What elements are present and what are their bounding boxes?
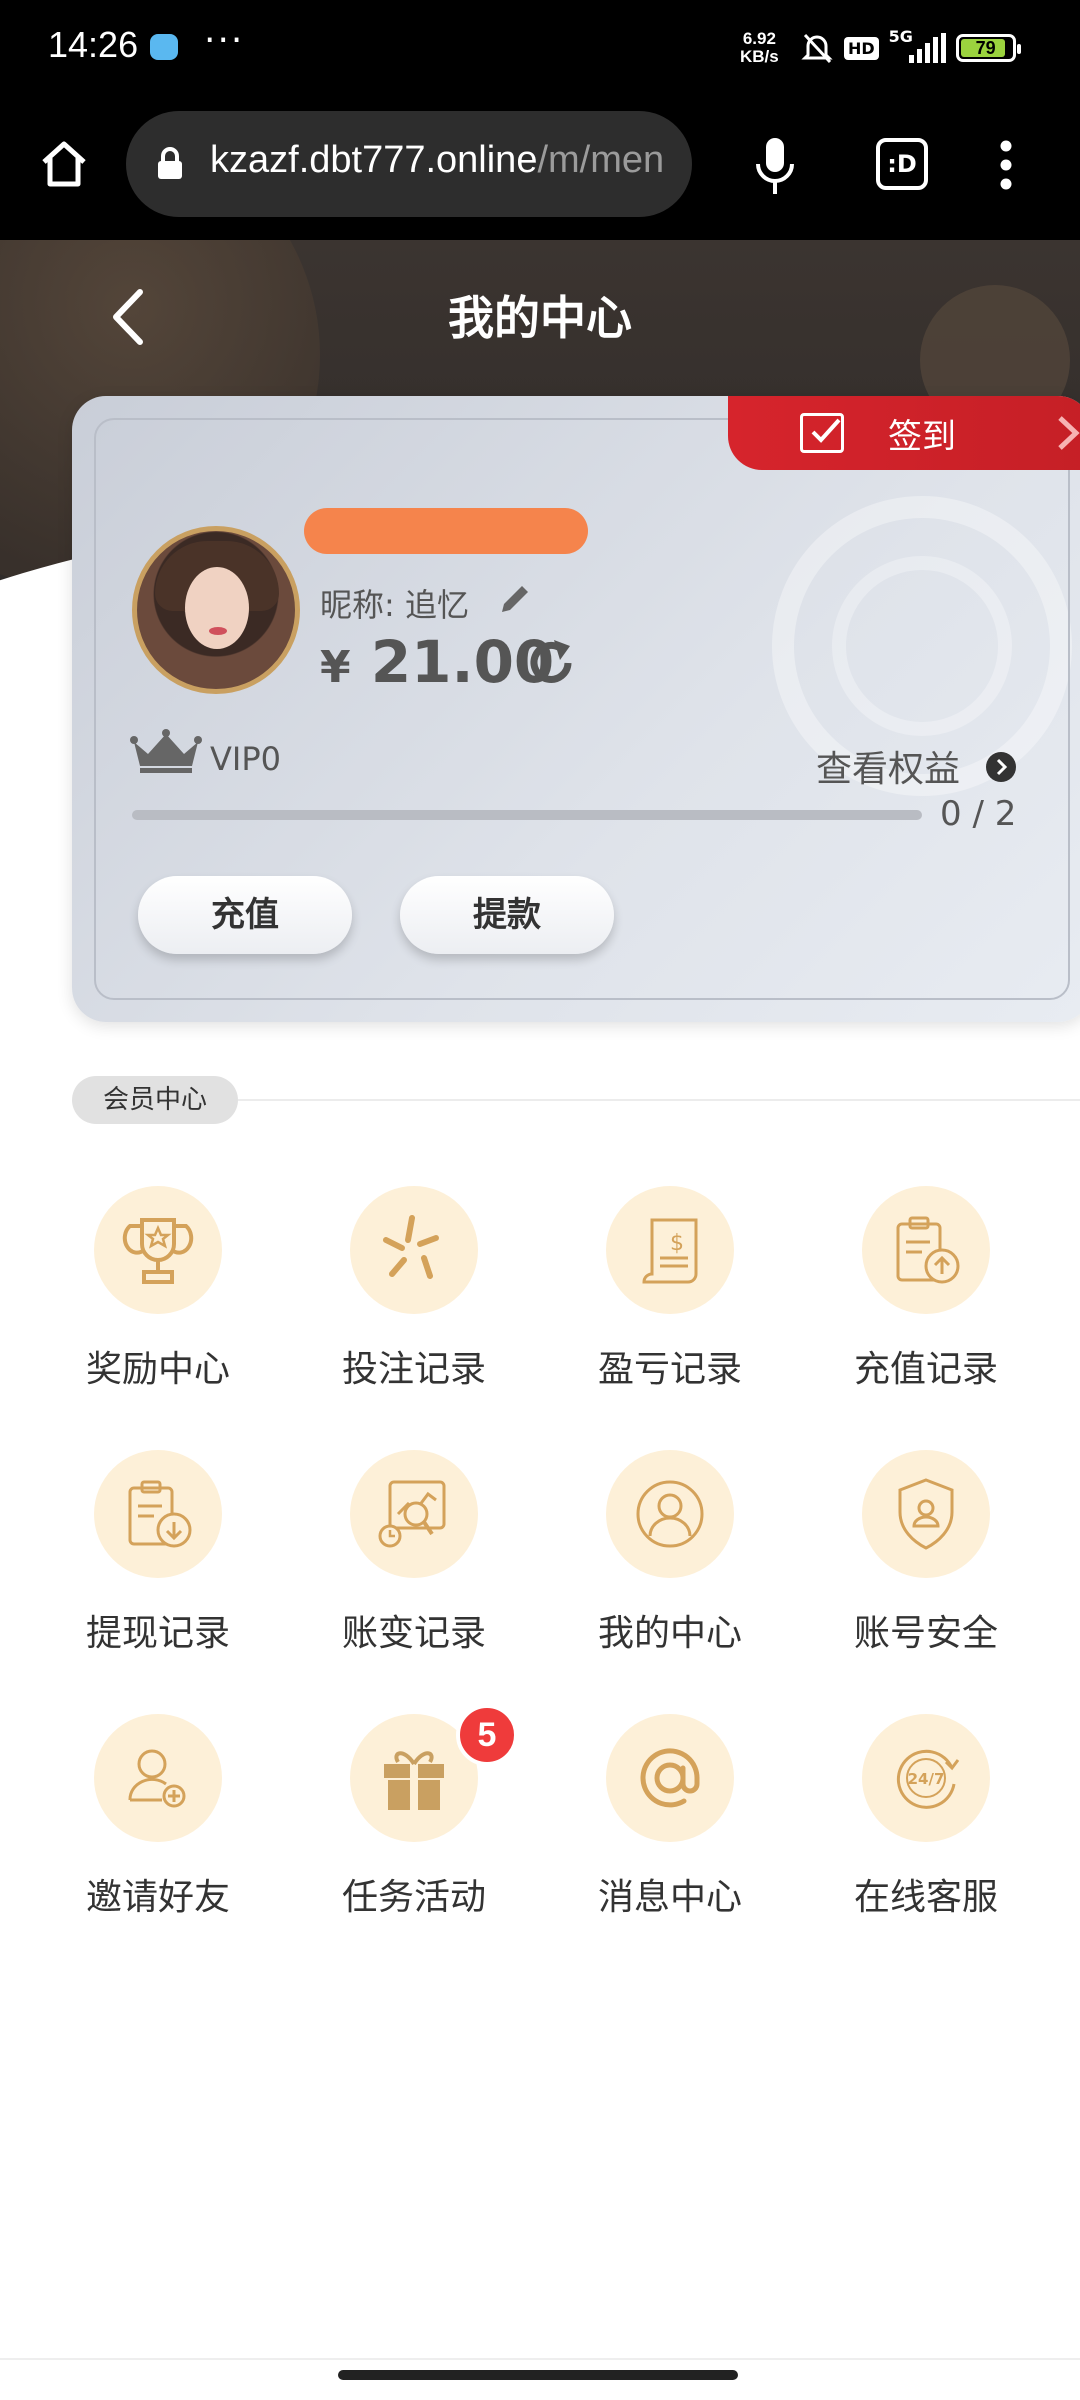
checkbox-icon bbox=[800, 413, 844, 453]
hd-badge: HD bbox=[844, 36, 879, 60]
menu-item-rewards[interactable]: 奖励中心 bbox=[30, 1186, 286, 1436]
menu-item-withdraw-records[interactable]: 提现记录 bbox=[30, 1450, 286, 1700]
recharge-button[interactable]: 充值 bbox=[138, 876, 352, 954]
nickname: 昵称: 追忆 bbox=[320, 586, 469, 624]
arrow-circle-icon[interactable] bbox=[986, 752, 1016, 782]
add-user-icon bbox=[94, 1714, 222, 1842]
chart-search-icon bbox=[350, 1450, 478, 1578]
menu-item-label: 账变记录 bbox=[341, 1613, 486, 1654]
address-bar[interactable]: kzazf.dbt777.online/m/men bbox=[126, 111, 692, 217]
status-bar: 14:26 ··· 6.92 KB/s HD 5G 79 bbox=[0, 0, 1080, 98]
menu-item-label: 奖励中心 bbox=[85, 1349, 230, 1390]
refresh-icon[interactable] bbox=[524, 636, 578, 690]
bottom-divider bbox=[0, 2358, 1080, 2360]
menu-item-messages[interactable]: 消息中心 bbox=[542, 1714, 798, 1964]
clipboard-upload-icon bbox=[862, 1186, 990, 1314]
url-host: kzazf.dbt777.online bbox=[210, 139, 538, 181]
home-icon[interactable] bbox=[38, 138, 90, 190]
microphone-icon[interactable] bbox=[754, 136, 796, 198]
menu-item-recharge-records[interactable]: 充值记录 bbox=[798, 1186, 1054, 1436]
mute-bell-icon bbox=[801, 33, 833, 64]
user-card: 签到 昵称: 追忆 ¥ 21.00 VIP0 查看权益 0 / 2 充值 提款 bbox=[72, 396, 1080, 1022]
url-path: /m/men bbox=[537, 139, 665, 181]
withdraw-button[interactable]: 提款 bbox=[400, 876, 614, 954]
menu-item-label: 盈亏记录 bbox=[597, 1349, 742, 1390]
checkin-button[interactable]: 签到 bbox=[728, 396, 1080, 470]
menu-item-my-center[interactable]: 我的中心 bbox=[542, 1450, 798, 1700]
section-divider bbox=[238, 1099, 1080, 1101]
system-icons: HD 5G 79 bbox=[800, 26, 1021, 70]
home-indicator[interactable] bbox=[338, 2370, 738, 2380]
avatar[interactable] bbox=[132, 526, 300, 694]
battery-icon: 79 bbox=[955, 34, 1021, 62]
battery-level: 79 bbox=[975, 37, 996, 58]
signal-icon: 5G bbox=[889, 27, 946, 63]
menu-item-online-support[interactable]: 24/7 在线客服 bbox=[798, 1714, 1054, 1964]
trophy-icon bbox=[94, 1186, 222, 1314]
url-text: kzazf.dbt777.online/m/men bbox=[210, 139, 664, 182]
at-sign-icon bbox=[606, 1714, 734, 1842]
menu-item-account-changes[interactable]: 账变记录 bbox=[286, 1450, 542, 1700]
menu-item-label: 在线客服 bbox=[853, 1877, 998, 1918]
lock-icon bbox=[158, 147, 182, 179]
menu-item-label: 投注记录 bbox=[341, 1349, 486, 1390]
menu-item-label: 消息中心 bbox=[597, 1877, 742, 1918]
balance: ¥ 21.00 bbox=[320, 628, 554, 696]
svg-text:$: $ bbox=[670, 1231, 684, 1256]
more-vertical-icon[interactable] bbox=[996, 138, 1016, 192]
menu-item-account-security[interactable]: 账号安全 bbox=[798, 1450, 1054, 1700]
tabs-button[interactable]: :D bbox=[876, 138, 928, 190]
svg-text:24/7: 24/7 bbox=[908, 1770, 945, 1788]
menu-item-tasks[interactable]: 5 任务活动 bbox=[286, 1704, 542, 1964]
signal-label: 5G bbox=[888, 27, 913, 46]
shield-user-icon bbox=[862, 1450, 990, 1578]
clipboard-download-icon bbox=[94, 1450, 222, 1578]
more-notifications-icon: ··· bbox=[204, 20, 245, 61]
chevron-right-icon bbox=[1058, 416, 1080, 450]
menu-item-bet-records[interactable]: 投注记录 bbox=[286, 1186, 542, 1436]
menu-item-label: 任务活动 bbox=[341, 1877, 486, 1918]
member-center-section: 会员中心 bbox=[72, 1076, 1080, 1124]
app-notification-icon bbox=[150, 34, 178, 60]
net-speed-value: 6.92 bbox=[742, 29, 776, 48]
page-title: 我的中心 bbox=[448, 291, 632, 345]
net-speed: 6.92 KB/s bbox=[740, 30, 779, 66]
browser-toolbar: kzazf.dbt777.online/m/men :D bbox=[0, 98, 1080, 240]
username-redacted bbox=[304, 508, 588, 554]
section-title: 会员中心 bbox=[72, 1076, 238, 1124]
vip-progress-text: 0 / 2 bbox=[940, 794, 1017, 834]
menu-item-label: 账号安全 bbox=[853, 1613, 998, 1654]
user-icon bbox=[606, 1450, 734, 1578]
net-speed-unit: KB/s bbox=[740, 47, 779, 66]
menu-item-label: 充值记录 bbox=[853, 1349, 998, 1390]
support-24-7-icon: 24/7 bbox=[862, 1714, 990, 1842]
view-rights-link[interactable]: 查看权益 bbox=[816, 740, 960, 792]
status-time: 14:26 bbox=[48, 24, 139, 65]
notification-badge: 5 bbox=[456, 1704, 518, 1766]
vip-progress-bar bbox=[132, 810, 922, 820]
sparkle-icon bbox=[350, 1186, 478, 1314]
currency-symbol: ¥ bbox=[320, 642, 351, 693]
menu-item-label: 我的中心 bbox=[597, 1613, 742, 1654]
menu-item-label: 邀请好友 bbox=[85, 1877, 230, 1918]
checkin-label: 签到 bbox=[888, 416, 956, 457]
edit-pencil-icon[interactable] bbox=[498, 582, 532, 616]
vip-level: VIP0 bbox=[210, 740, 281, 778]
menu-item-profit-records[interactable]: $ 盈亏记录 bbox=[542, 1186, 798, 1436]
receipt-icon: $ bbox=[606, 1186, 734, 1314]
menu-item-label: 提现记录 bbox=[85, 1613, 230, 1654]
crown-icon bbox=[130, 729, 202, 773]
menu-item-invite-friends[interactable]: 邀请好友 bbox=[30, 1714, 286, 1964]
